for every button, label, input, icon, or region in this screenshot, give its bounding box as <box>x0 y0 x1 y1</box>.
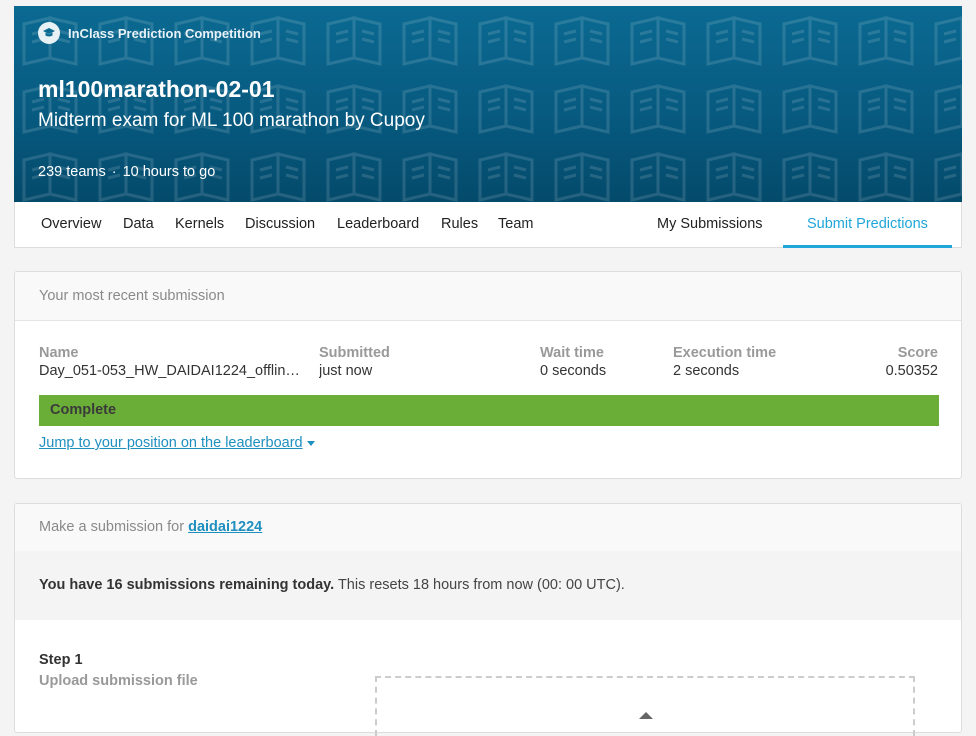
remaining-count-text: You have 16 submissions remaining today. <box>39 577 335 593</box>
wait-time-column: Wait time 0 seconds <box>540 345 606 379</box>
step-number: Step 1 <box>39 652 83 668</box>
recent-submission-header: Your most recent submission <box>15 272 961 321</box>
meta-separator: · <box>111 164 117 180</box>
score-value: 0.50352 <box>885 363 938 379</box>
competition-type: InClass Prediction Competition <box>38 22 261 44</box>
submission-filename: Day_051-053_HW_DAIDAI1224_offline... <box>39 363 305 379</box>
competition-type-label: InClass Prediction Competition <box>68 25 261 41</box>
name-column: Name Day_051-053_HW_DAIDAI1224_offline..… <box>39 345 305 379</box>
competition-banner: InClass Prediction Competition ml100mara… <box>14 6 962 202</box>
submissions-remaining-notice: You have 16 submissions remaining today.… <box>15 551 961 620</box>
submitted-label: Submitted <box>319 345 390 361</box>
make-submission-card: Make a submission for daidai1224 You hav… <box>14 503 962 736</box>
graduation-cap-icon <box>38 22 60 44</box>
wait-time-value: 0 seconds <box>540 363 607 379</box>
make-submission-header: Make a submission for daidai1224 <box>15 504 961 552</box>
caret-down-icon <box>306 440 315 446</box>
tab-rules[interactable]: Rules <box>441 202 478 248</box>
jump-link-label: Jump to your position on the leaderboard <box>39 435 303 451</box>
competition-nav: Overview Data Kernels Discussion Leaderb… <box>14 202 962 248</box>
file-upload-dropzone[interactable] <box>375 676 915 736</box>
name-label: Name <box>39 345 79 361</box>
score-column: Score 0.50352 <box>886 345 938 379</box>
tab-overview[interactable]: Overview <box>41 202 101 248</box>
score-label: Score <box>897 345 938 361</box>
submitted-column: Submitted just now <box>319 345 390 379</box>
time-remaining: 10 hours to go <box>122 164 216 180</box>
tab-discussion[interactable]: Discussion <box>245 202 315 248</box>
recent-submission-card: Your most recent submission Name Day_051… <box>14 271 962 479</box>
status-complete-bar: Complete <box>39 395 939 426</box>
make-submission-prefix: Make a submission for <box>39 519 189 535</box>
team-count: 239 teams <box>38 164 106 180</box>
jump-to-leaderboard-link[interactable]: Jump to your position on the leaderboard <box>39 435 315 451</box>
submitted-value: just now <box>319 363 373 379</box>
competition-meta: 239 teams · 10 hours to go <box>38 164 215 180</box>
tab-team[interactable]: Team <box>498 202 533 248</box>
step-description: Upload submission file <box>39 673 198 689</box>
username-link[interactable]: daidai1224 <box>188 519 262 535</box>
tab-submit-predictions[interactable]: Submit Predictions <box>783 202 952 248</box>
tab-leaderboard[interactable]: Leaderboard <box>337 202 419 248</box>
competition-subtitle: Midterm exam for ML 100 marathon by Cupo… <box>38 110 425 131</box>
tab-data[interactable]: Data <box>123 202 154 248</box>
competition-title: ml100marathon-02-01 <box>38 76 275 102</box>
execution-time-column: Execution time 2 seconds <box>673 345 776 379</box>
tab-my-submissions[interactable]: My Submissions <box>657 202 763 248</box>
execution-time-value: 2 seconds <box>673 363 740 379</box>
tab-kernels[interactable]: Kernels <box>175 202 224 248</box>
execution-time-label: Execution time <box>673 345 777 361</box>
reset-time-text: This resets 18 hours from now (00: 00 UT… <box>334 577 625 593</box>
step-1: Step 1 Upload submission file <box>39 652 198 689</box>
wait-time-label: Wait time <box>540 345 604 361</box>
